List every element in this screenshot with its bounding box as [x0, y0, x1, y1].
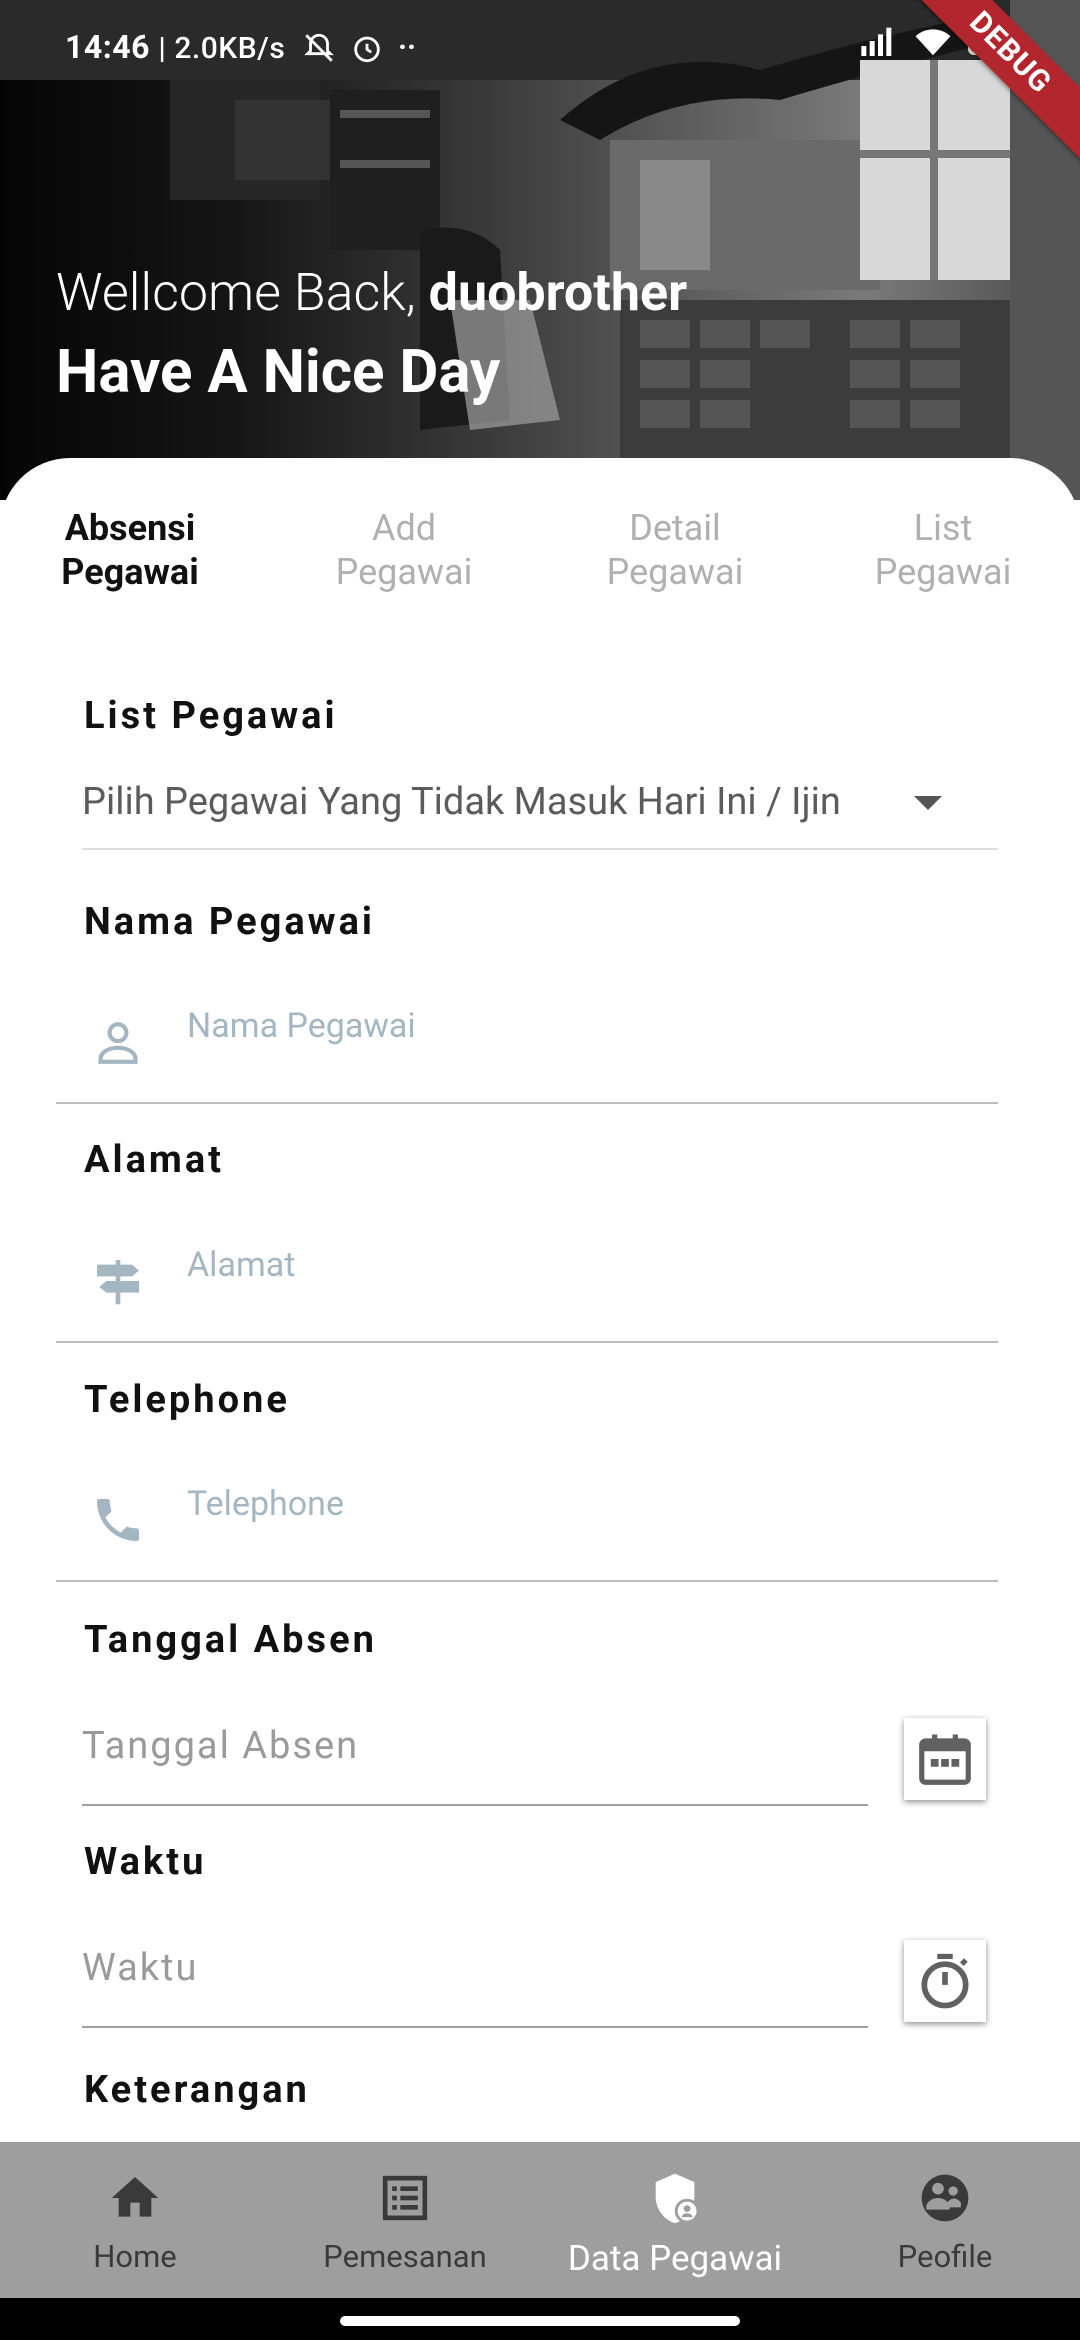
tanggal-absen-field[interactable]: Tanggal Absen	[82, 1716, 868, 1806]
wifi-icon	[915, 29, 951, 56]
nama-pegawai-placeholder: Nama Pegawai	[187, 1006, 416, 1046]
tab-list-pegawai[interactable]: List Pegawai	[843, 506, 1043, 594]
alamat-placeholder: Alamat	[187, 1245, 296, 1285]
list-pegawai-label: List Pegawai	[84, 694, 338, 738]
nav-profile[interactable]: Peofile	[825, 2170, 1065, 2275]
home-indicator[interactable]	[340, 2316, 740, 2326]
more-dots-icon: ··	[398, 30, 417, 65]
tab-add-pegawai[interactable]: Add Pegawai	[304, 506, 504, 594]
status-bar: 14:46 | 2.0KB/s ·· 56	[0, 0, 1080, 96]
nav-home[interactable]: Home	[15, 2170, 255, 2275]
people-icon	[921, 2174, 969, 2222]
tab-absensi-pegawai[interactable]: Absensi Pegawai	[30, 506, 230, 594]
nav-pemesanan-label: Pemesanan	[323, 2238, 487, 2275]
tanggal-absen-label: Tanggal Absen	[84, 1618, 377, 1662]
header-banner: 14:46 | 2.0KB/s ·· 56 DEBUG We	[0, 0, 1080, 500]
nama-pegawai-label: Nama Pegawai	[84, 900, 375, 944]
alarm-clock-icon	[354, 36, 380, 62]
home-icon	[111, 2177, 159, 2217]
phone-icon	[97, 1499, 139, 1541]
tab-detail-pegawai[interactable]: Detail Pegawai	[575, 506, 775, 594]
alamat-field[interactable]: Alamat	[56, 1223, 998, 1343]
admin-shield-icon	[655, 2173, 700, 2224]
content-panel: Absensi Pegawai Add Pegawai Detail Pegawai …	[0, 458, 1080, 2138]
bell-off-icon	[304, 33, 334, 62]
timer-icon	[921, 1953, 969, 2009]
nav-home-label: Home	[93, 2238, 177, 2275]
date-picker-button[interactable]	[904, 1718, 986, 1800]
list-icon	[382, 2175, 428, 2221]
tanggal-absen-placeholder: Tanggal Absen	[82, 1724, 360, 1768]
nama-pegawai-field[interactable]: Nama Pegawai	[56, 984, 998, 1104]
pegawai-dropdown[interactable]: Pilih Pegawai Yang Tidak Masuk Hari Ini …	[82, 774, 998, 850]
signpost-icon	[97, 1260, 139, 1305]
time-picker-button[interactable]	[904, 1940, 986, 2022]
signal-icon	[861, 27, 892, 56]
keterangan-label: Keterangan	[84, 2068, 310, 2112]
nav-data-pegawai[interactable]: Data Pegawai	[555, 2170, 795, 2279]
alamat-label: Alamat	[84, 1138, 225, 1182]
tab-bar: Absensi Pegawai Add Pegawai Detail Pegawai …	[0, 506, 1080, 606]
telephone-placeholder: Telephone	[187, 1484, 344, 1524]
waktu-placeholder: Waktu	[82, 1946, 199, 1990]
bottom-navigation: Home Pemesanan Data Pegawai Peofile	[0, 2142, 1080, 2298]
telephone-field[interactable]: Telephone	[56, 1462, 998, 1582]
calendar-icon	[919, 1734, 971, 1785]
waktu-label: Waktu	[84, 1840, 207, 1884]
telephone-label: Telephone	[84, 1378, 290, 1422]
nav-pemesanan[interactable]: Pemesanan	[285, 2170, 525, 2275]
status-notification-icons: ··	[302, 30, 416, 65]
nav-profile-label: Peofile	[897, 2238, 993, 2275]
waktu-field[interactable]: Waktu	[82, 1938, 868, 2028]
caret-down-icon	[914, 796, 942, 810]
username: duobrother	[428, 262, 688, 323]
nav-data-pegawai-label: Data Pegawai	[567, 2238, 783, 2279]
welcome-greeting: Wellcome Back, duobrother	[56, 262, 688, 323]
status-time: 14:46 | 2.0KB/s	[65, 28, 286, 66]
person-icon	[98, 1022, 138, 1064]
dropdown-value: Pilih Pegawai Yang Tidak Masuk Hari Ini …	[82, 780, 841, 824]
greeting-subtitle: Have A Nice Day	[56, 336, 501, 407]
